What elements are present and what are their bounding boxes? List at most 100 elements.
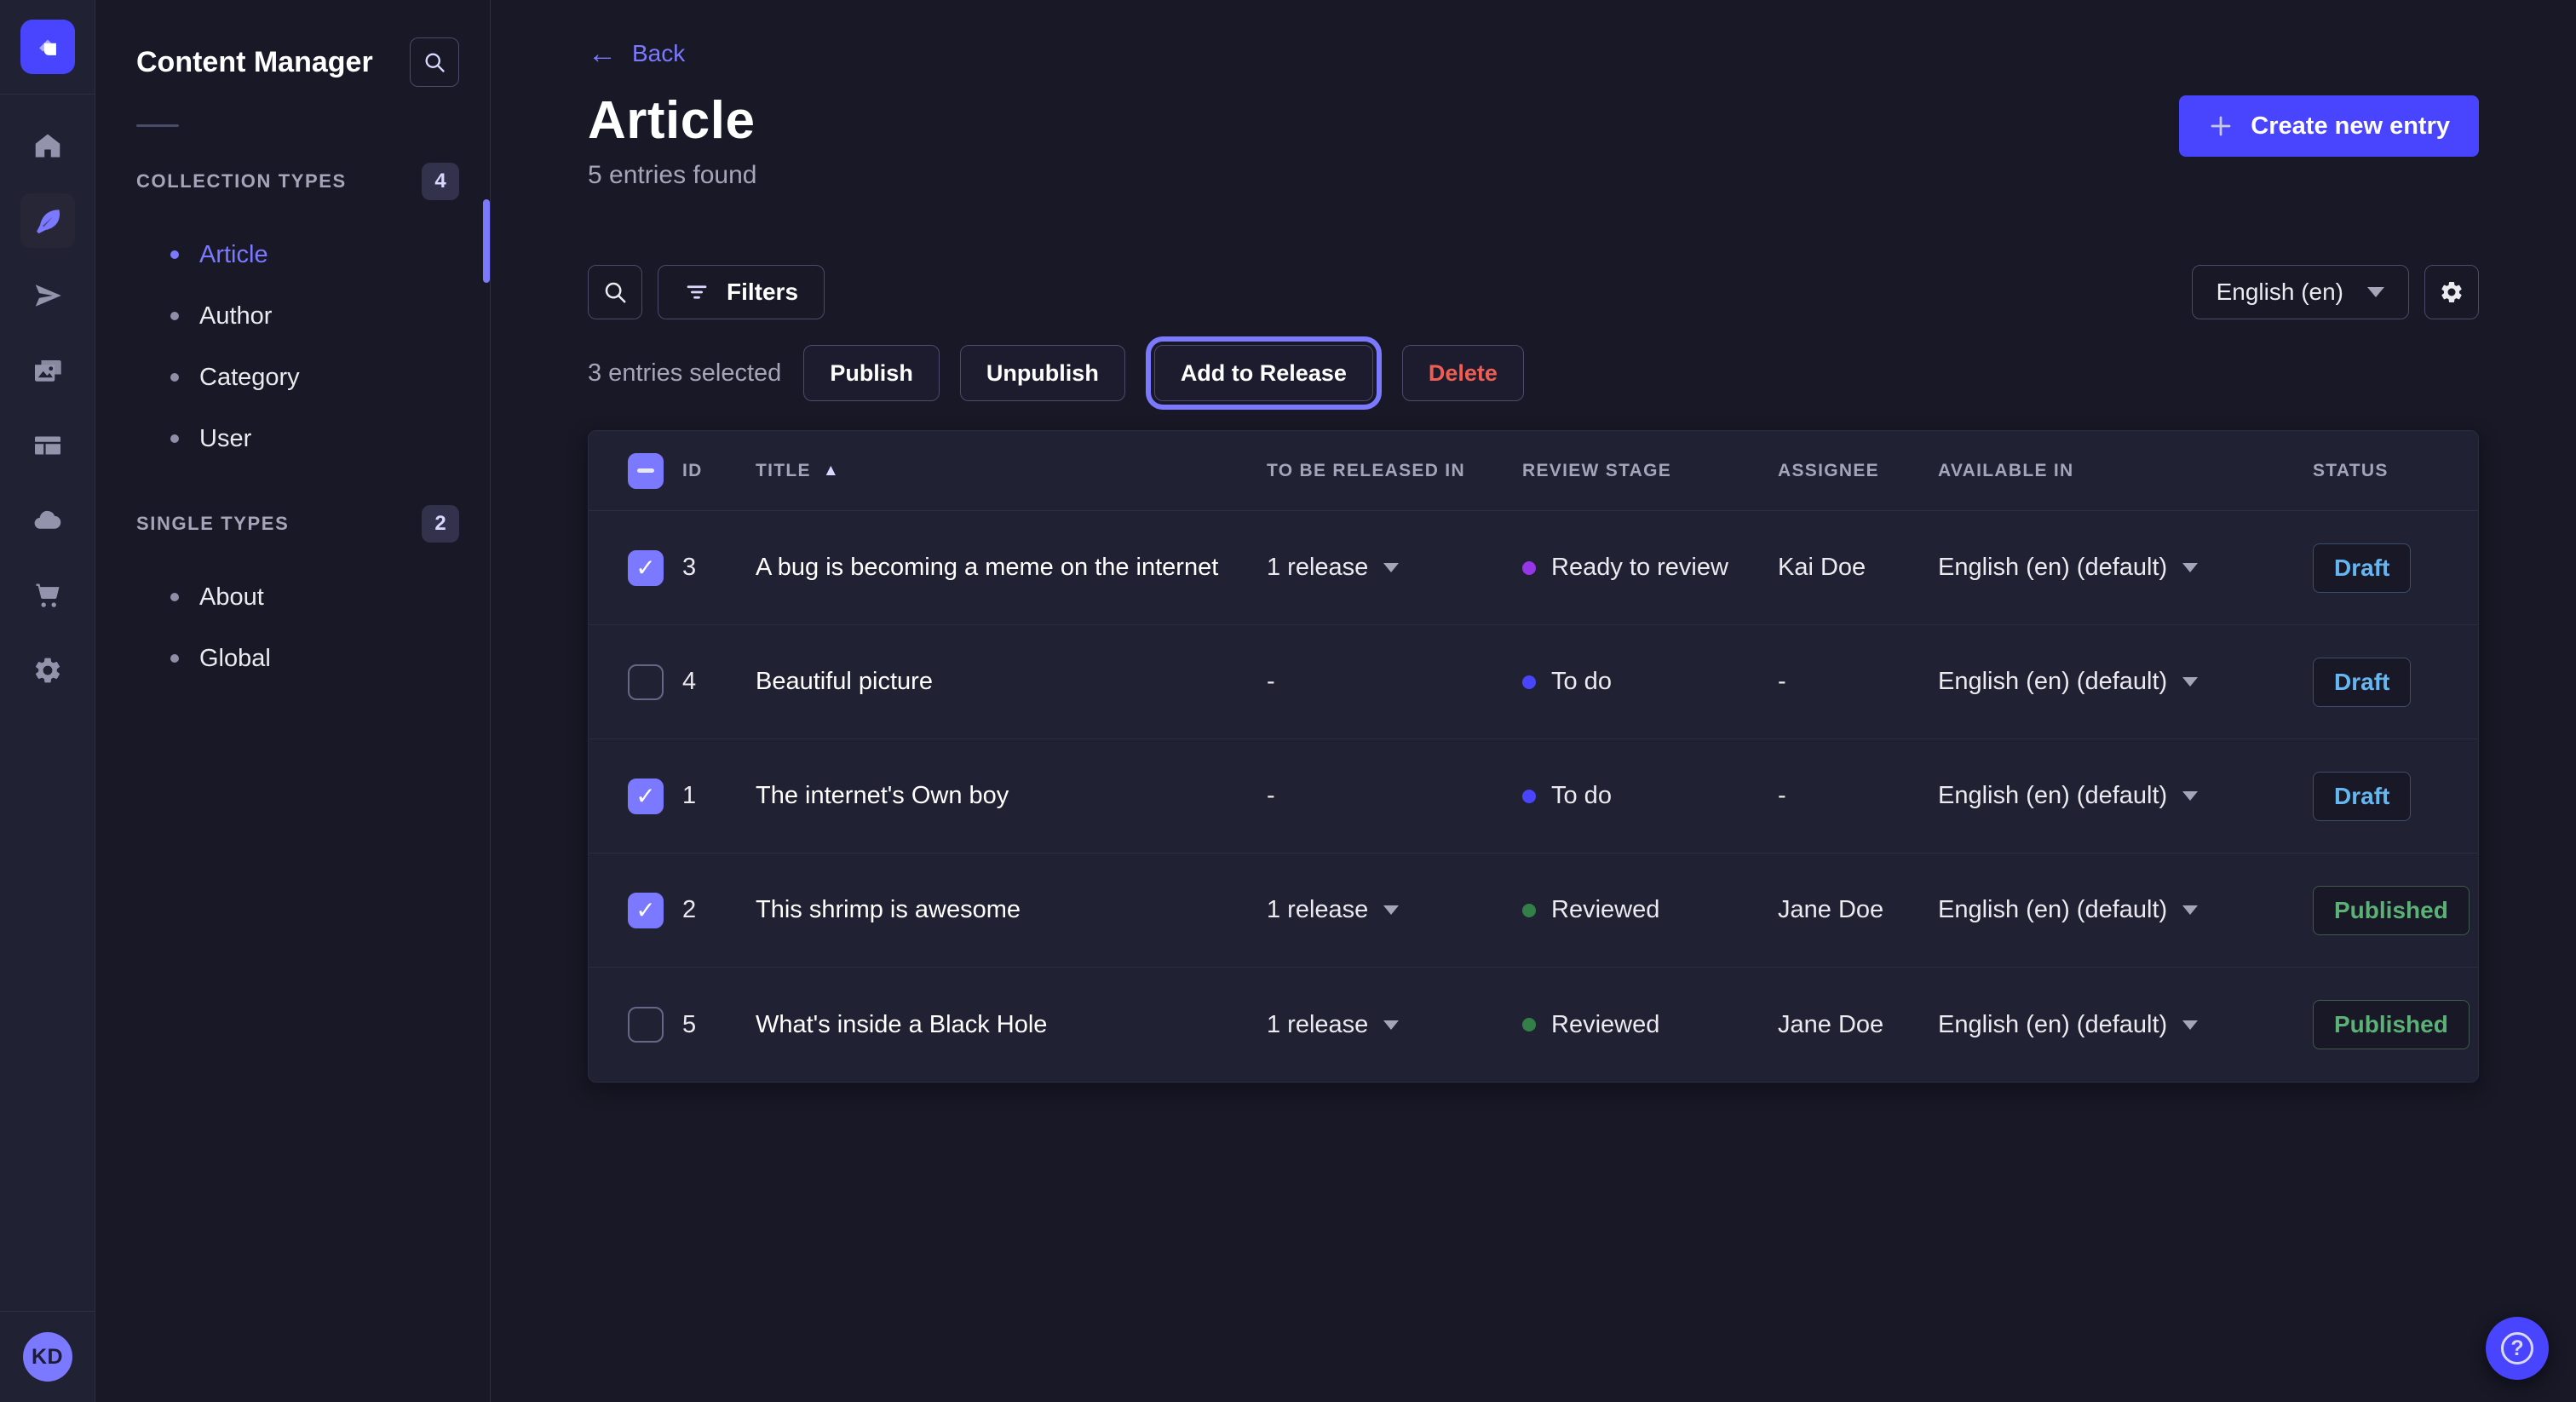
stage-dot-icon [1522, 1018, 1536, 1031]
subnav-search-button[interactable] [410, 37, 459, 87]
main-nav-footer: KD [0, 1311, 95, 1402]
subnav-item-user[interactable]: User [95, 408, 490, 469]
column-header-id[interactable]: ID [682, 461, 756, 481]
subnav-item-label: Author [199, 302, 272, 330]
single-types-label: SINGLE TYPES [136, 513, 289, 535]
filters-label: Filters [727, 279, 798, 306]
nav-content-type-builder-button[interactable] [20, 418, 75, 473]
nav-deploy-button[interactable] [20, 493, 75, 548]
chevron-down-icon [1383, 905, 1399, 915]
collection-types-count-badge: 4 [422, 163, 459, 200]
column-header-to-be-released-in[interactable]: TO BE RELEASED IN [1267, 461, 1522, 481]
selected-count-text: 3 entries selected [588, 359, 781, 388]
bulk-actions-bar: 3 entries selected Publish Unpublish Add… [588, 345, 2479, 401]
stage-dot-icon [1522, 790, 1536, 803]
select-all-checkbox[interactable] [628, 453, 664, 489]
row-checkbox[interactable] [628, 893, 664, 928]
nav-releases-button[interactable] [20, 268, 75, 323]
cell-to-be-released-in[interactable]: 1 release [1267, 1011, 1522, 1039]
row-checkbox[interactable] [628, 664, 664, 700]
nav-media-library-button[interactable] [20, 343, 75, 398]
row-checkbox[interactable] [628, 779, 664, 814]
unpublish-button[interactable]: Unpublish [960, 345, 1125, 401]
cell-to-be-released-in[interactable]: 1 release [1267, 896, 1522, 924]
row-checkbox[interactable] [628, 1007, 664, 1043]
cell-review-stage: To do [1522, 668, 1778, 696]
subnav-item-global[interactable]: Global [95, 628, 490, 689]
subnav-item-label: About [199, 583, 264, 612]
cell-available-in[interactable]: English (en) (default) [1938, 668, 2313, 696]
chevron-down-icon [2182, 677, 2198, 687]
nav-content-manager-button[interactable] [20, 193, 75, 248]
locale-select[interactable]: English (en) [2192, 265, 2409, 319]
content-manager-subnav: Content Manager COLLECTION TYPES 4 Artic… [95, 0, 491, 1402]
view-settings-button[interactable] [2424, 265, 2479, 319]
entries-table: ID TITLE ▲ TO BE RELEASED IN REVIEW STAG… [588, 430, 2479, 1083]
table-header-row: ID TITLE ▲ TO BE RELEASED IN REVIEW STAG… [589, 431, 2478, 511]
cell-assignee: Jane Doe [1778, 896, 1938, 924]
table-row[interactable]: 3 A bug is becoming a meme on the intern… [589, 511, 2478, 625]
cell-title: Beautiful picture [756, 668, 1267, 696]
chevron-down-icon [2182, 791, 2198, 801]
question-mark-icon [2501, 1332, 2533, 1365]
filter-icon [684, 279, 710, 305]
cell-to-be-released-in: - [1267, 782, 1522, 810]
feather-icon [32, 205, 63, 236]
back-arrow-icon: ← [588, 39, 617, 68]
chevron-down-icon [1383, 1020, 1399, 1030]
layout-card-icon [32, 430, 63, 461]
main-content: ← Back Article 5 entries found Create ne… [491, 0, 2576, 1402]
column-header-review-stage[interactable]: REVIEW STAGE [1522, 461, 1778, 481]
table-row[interactable]: 2 This shrimp is awesome 1 release Revie… [589, 853, 2478, 968]
user-avatar[interactable]: KD [23, 1332, 72, 1382]
subnav-item-label: User [199, 425, 251, 453]
cell-review-stage: Ready to review [1522, 554, 1778, 582]
subnav-item-article[interactable]: Article [95, 224, 490, 285]
subnav-item-about[interactable]: About [95, 566, 490, 628]
cell-available-in[interactable]: English (en) (default) [1938, 554, 2313, 582]
single-types-section: SINGLE TYPES 2 About Global [95, 505, 490, 689]
subnav-item-author[interactable]: Author [95, 285, 490, 347]
table-row[interactable]: 5 What's inside a Black Hole 1 release R… [589, 968, 2478, 1082]
cell-to-be-released-in[interactable]: 1 release [1267, 554, 1522, 582]
main-nav-icons [20, 95, 75, 1311]
create-new-entry-button[interactable]: Create new entry [2179, 95, 2479, 157]
column-header-available-in[interactable]: AVAILABLE IN [1938, 461, 2313, 481]
cell-id: 3 [682, 554, 756, 582]
bullet-icon [170, 373, 179, 382]
delete-button[interactable]: Delete [1402, 345, 1524, 401]
cell-available-in[interactable]: English (en) (default) [1938, 1011, 2313, 1039]
locale-value: English (en) [2217, 279, 2343, 306]
help-button[interactable] [2486, 1317, 2549, 1380]
cell-review-stage: Reviewed [1522, 1011, 1778, 1039]
images-icon [32, 355, 63, 386]
nav-settings-button[interactable] [20, 643, 75, 698]
cell-available-in[interactable]: English (en) (default) [1938, 782, 2313, 810]
create-new-entry-label: Create new entry [2251, 112, 2450, 141]
strapi-logo[interactable] [20, 20, 75, 74]
bullet-icon [170, 312, 179, 320]
status-badge: Draft [2313, 658, 2411, 707]
column-header-assignee[interactable]: ASSIGNEE [1778, 461, 1938, 481]
filters-button[interactable]: Filters [658, 265, 825, 319]
nav-home-button[interactable] [20, 118, 75, 173]
row-checkbox[interactable] [628, 550, 664, 586]
publish-button[interactable]: Publish [803, 345, 940, 401]
column-header-status[interactable]: STATUS [2313, 461, 2478, 481]
table-search-button[interactable] [588, 265, 642, 319]
subnav-item-category[interactable]: Category [95, 347, 490, 408]
single-types-count-badge: 2 [422, 505, 459, 543]
subnav-item-label: Article [199, 241, 268, 269]
back-link[interactable]: ← Back [588, 39, 685, 68]
table-row[interactable]: 4 Beautiful picture - To do - English (e… [589, 625, 2478, 739]
cell-available-in[interactable]: English (en) (default) [1938, 896, 2313, 924]
cell-title: The internet's Own boy [756, 782, 1267, 810]
cell-assignee: Jane Doe [1778, 1011, 1938, 1039]
table-row[interactable]: 1 The internet's Own boy - To do - Engli… [589, 739, 2478, 853]
cell-title: This shrimp is awesome [756, 896, 1267, 924]
add-to-release-button[interactable]: Add to Release [1154, 345, 1373, 401]
chevron-down-icon [1383, 563, 1399, 572]
nav-marketplace-button[interactable] [20, 568, 75, 623]
column-header-title[interactable]: TITLE ▲ [756, 461, 1267, 481]
bullet-icon [170, 434, 179, 443]
